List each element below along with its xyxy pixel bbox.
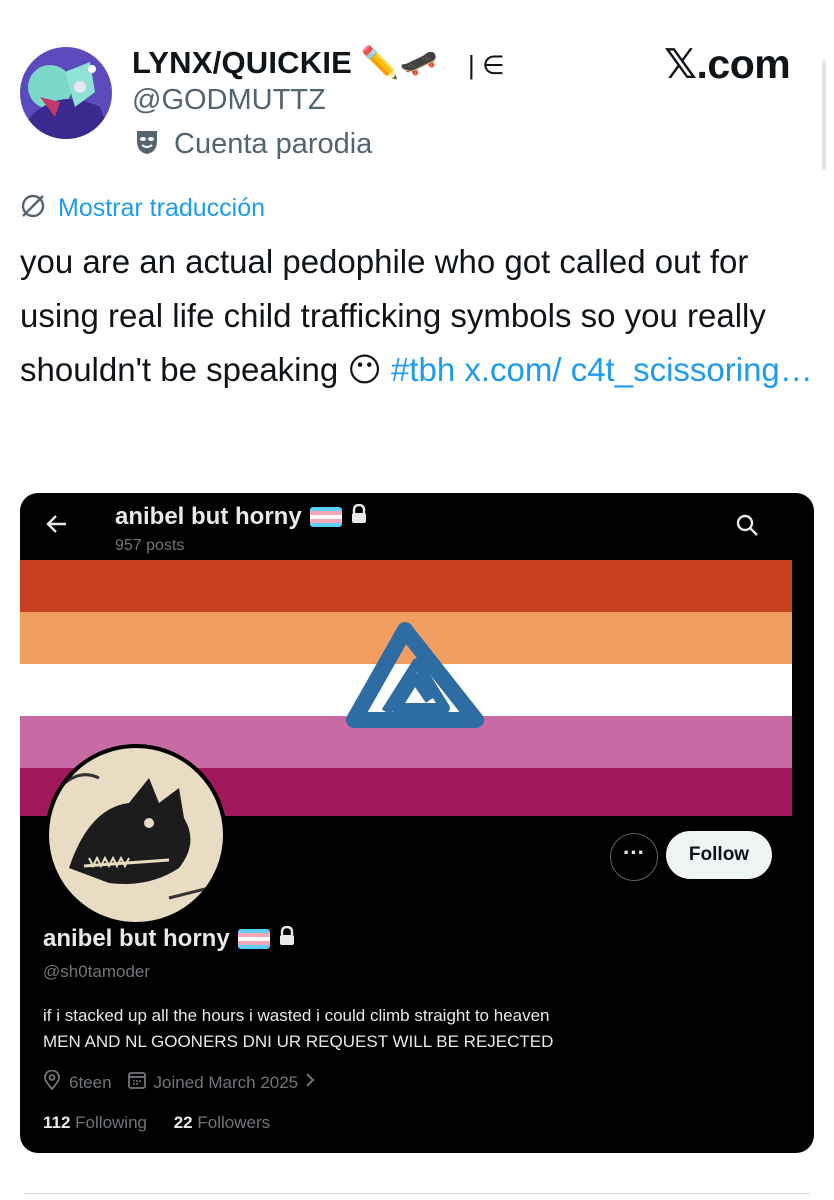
display-name[interactable]: LYNX/QUICKIE ✏️🛹 bbox=[132, 44, 438, 81]
more-options-button[interactable]: ··· bbox=[610, 833, 658, 881]
profile-name-text: anibel but horny bbox=[43, 925, 230, 952]
trans-flag-icon bbox=[309, 507, 342, 527]
translate-link[interactable]: Mostrar traducción bbox=[20, 193, 265, 224]
location-text: 6teen bbox=[69, 1072, 112, 1092]
header-profile-name: anibel but horny bbox=[115, 503, 368, 531]
joined-date: Joined March 2025 bbox=[153, 1072, 299, 1092]
following-stat[interactable]: 112 Following bbox=[43, 1113, 147, 1132]
embedded-profile-image[interactable]: anibel but horny 957 posts ··· Follow an… bbox=[20, 493, 814, 1153]
following-count: 112 bbox=[43, 1113, 71, 1132]
parody-badge: Cuenta parodia bbox=[134, 128, 372, 161]
profile-meta: 6teen Joined March 2025 bbox=[43, 1069, 316, 1095]
followers-stat[interactable]: 22 Followers bbox=[174, 1113, 270, 1132]
profile-picture[interactable] bbox=[45, 744, 227, 926]
avatar[interactable] bbox=[20, 47, 112, 139]
post-count: 957 posts bbox=[115, 537, 185, 554]
follow-button[interactable]: Follow bbox=[666, 831, 772, 879]
profile-handle: @sh0tamoder bbox=[43, 962, 151, 981]
chevron-right-icon bbox=[304, 1071, 316, 1094]
search-icon bbox=[735, 513, 759, 542]
url-link[interactable]: x.com/ c4t_scissoring… bbox=[455, 351, 812, 388]
translate-label[interactable]: Mostrar traducción bbox=[58, 194, 265, 223]
back-arrow-icon bbox=[44, 511, 70, 542]
translate-icon bbox=[20, 193, 46, 224]
calendar-icon bbox=[127, 1071, 146, 1094]
follow-stats: 112 Following 22 Followers bbox=[43, 1113, 270, 1133]
tweet-text: you are an actual pedophile who got call… bbox=[20, 235, 820, 397]
trans-flag-icon bbox=[237, 929, 270, 949]
brand-logo: 𝕏.com bbox=[664, 41, 791, 87]
header-profile-name-text: anibel but horny bbox=[115, 503, 302, 530]
profile-bio: if i stacked up all the hours i wasted i… bbox=[43, 1003, 553, 1055]
lock-icon bbox=[278, 925, 296, 953]
bio-line: if i stacked up all the hours i wasted i… bbox=[43, 1006, 550, 1025]
parody-mask-icon bbox=[134, 128, 160, 161]
followers-count: 22 bbox=[173, 1113, 193, 1132]
following-label: Following bbox=[75, 1113, 147, 1132]
followers-label: Followers bbox=[197, 1113, 271, 1132]
parody-label: Cuenta parodia bbox=[174, 128, 373, 160]
scrollbar[interactable] bbox=[822, 60, 826, 170]
name-suffix: | ∈ bbox=[468, 50, 505, 80]
hashtag-link[interactable]: #tbh bbox=[391, 351, 455, 388]
user-handle[interactable]: @GODMUTTZ bbox=[132, 84, 326, 117]
lock-icon bbox=[350, 503, 368, 531]
location-icon bbox=[43, 1069, 61, 1095]
bio-line: MEN AND NL GOONERS DNI UR REQUEST WILL B… bbox=[43, 1032, 554, 1051]
profile-name: anibel but horny bbox=[43, 925, 296, 953]
divider bbox=[24, 1193, 810, 1194]
